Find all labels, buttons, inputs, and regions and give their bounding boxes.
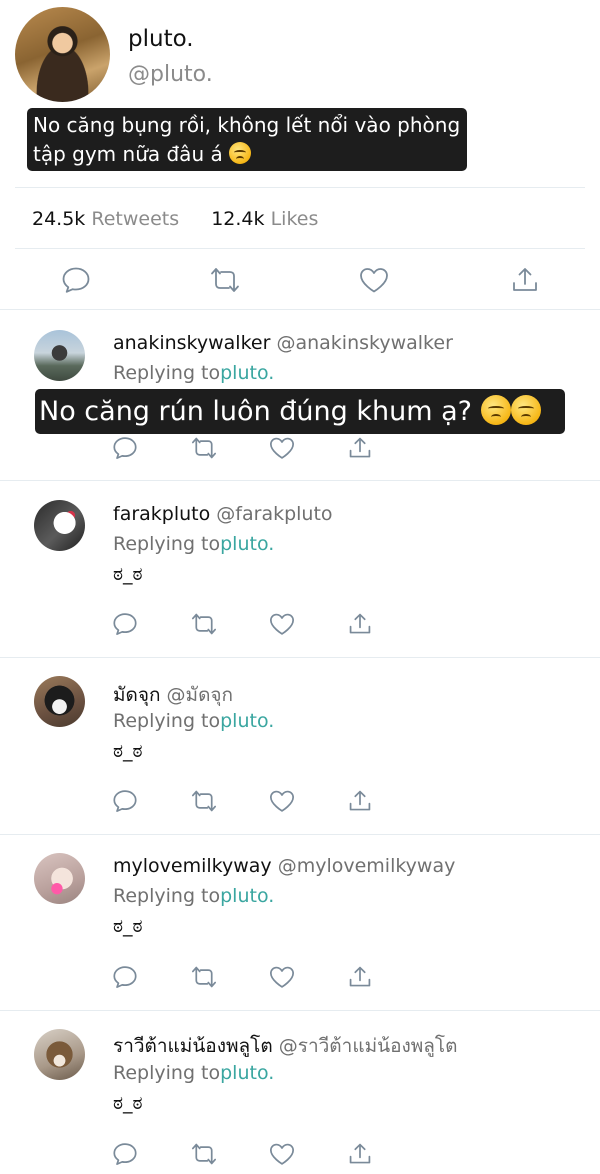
reply-header: mylovemilkyway @mylovemilkyway — [113, 855, 455, 877]
reply-icon[interactable] — [61, 266, 91, 294]
mention-link[interactable]: pluto. — [220, 533, 274, 555]
replying-to: Replying topluto. — [113, 533, 274, 555]
reply-text: ಠ_ಠ — [113, 563, 143, 585]
reply-author-handle[interactable]: @anakinskywalker — [276, 332, 452, 354]
retweet-icon[interactable] — [209, 266, 241, 294]
avatar[interactable] — [34, 853, 85, 904]
heart-icon[interactable] — [268, 1142, 296, 1166]
reply-icon[interactable] — [112, 612, 138, 636]
reply-caption-overlay: No căng rún luôn đúng khum ạ? — [35, 389, 565, 434]
heart-icon[interactable] — [268, 789, 296, 813]
heart-icon[interactable] — [358, 266, 390, 294]
retweet-icon[interactable] — [190, 1142, 218, 1166]
retweet-icon[interactable] — [190, 436, 218, 460]
reply-author-handle[interactable]: @farakpluto — [216, 503, 332, 525]
reply-icon[interactable] — [112, 1142, 138, 1166]
reply-header: anakinskywalker @anakinskywalker — [113, 332, 453, 354]
share-icon[interactable] — [511, 266, 539, 294]
tweet-text-caption: No căng bụng rồi, không lết nổi vào phòn… — [27, 108, 467, 171]
face-with-steam-icon — [229, 142, 252, 164]
author-name[interactable]: pluto. — [128, 26, 194, 52]
mention-link[interactable]: pluto. — [220, 362, 274, 384]
reply-author-name[interactable]: anakinskywalker — [113, 332, 270, 354]
reply-text: ಠ_ಠ — [113, 1092, 143, 1114]
reply-caption-text: No căng rún luôn đúng khum ạ? — [39, 396, 472, 427]
replying-label: Replying to — [113, 362, 221, 384]
caption-line-2: tập gym nữa đâu á — [33, 142, 223, 166]
reply-icon[interactable] — [112, 965, 138, 989]
main-tweet: pluto. @pluto. No căng bụng rồi, không l… — [0, 0, 600, 310]
reply-item[interactable]: มัดจุก @มัดจุก Replying topluto. ಠ_ಠ — [0, 658, 600, 834]
reply-item[interactable]: mylovemilkyway @mylovemilkyway Replying … — [0, 835, 600, 1011]
replying-to: Replying topluto. — [113, 1062, 274, 1084]
share-icon[interactable] — [348, 436, 372, 460]
replying-to: Replying topluto. — [113, 710, 274, 732]
mention-link[interactable]: pluto. — [220, 710, 274, 732]
reply-icon[interactable] — [112, 789, 138, 813]
heart-icon[interactable] — [268, 965, 296, 989]
divider — [15, 187, 585, 188]
likes-label[interactable]: Likes — [271, 208, 319, 230]
reply-author-name[interactable]: mylovemilkyway — [113, 855, 272, 877]
replying-label: Replying to — [113, 710, 221, 732]
share-icon[interactable] — [348, 612, 372, 636]
replying-to: Replying topluto. — [113, 885, 274, 907]
reply-item[interactable]: ราวีต้าแม่น้องพลูโต @ราวีต้าแม่น้องพลูโต… — [0, 1011, 600, 1174]
avatar[interactable] — [34, 500, 85, 551]
share-icon[interactable] — [348, 1142, 372, 1166]
avatar[interactable] — [15, 7, 110, 102]
face-with-steam-icon — [480, 395, 511, 425]
reply-author-name[interactable]: farakpluto — [113, 503, 210, 525]
retweets-label[interactable]: Retweets — [91, 208, 179, 230]
reply-text: ಠ_ಠ — [113, 740, 143, 762]
author-handle[interactable]: @pluto. — [128, 62, 213, 87]
reply-header: ราวีต้าแม่น้องพลูโต @ราวีต้าแม่น้องพลูโต — [113, 1031, 457, 1061]
retweets-count[interactable]: 24.5k — [32, 208, 85, 230]
likes-count[interactable]: 12.4k — [211, 208, 264, 230]
retweet-icon[interactable] — [190, 789, 218, 813]
avatar[interactable] — [34, 330, 85, 381]
replying-label: Replying to — [113, 885, 221, 907]
heart-icon[interactable] — [268, 612, 296, 636]
replying-label: Replying to — [113, 533, 221, 555]
replying-to: Replying topluto. — [113, 362, 274, 384]
reply-text: ಠ_ಠ — [113, 915, 143, 937]
share-icon[interactable] — [348, 789, 372, 813]
avatar[interactable] — [34, 676, 85, 727]
avatar[interactable] — [34, 1029, 85, 1080]
replying-label: Replying to — [113, 1062, 221, 1084]
reply-author-handle[interactable]: @mylovemilkyway — [278, 855, 456, 877]
share-icon[interactable] — [348, 965, 372, 989]
retweet-icon[interactable] — [190, 965, 218, 989]
mention-link[interactable]: pluto. — [220, 885, 274, 907]
reply-header: farakpluto @farakpluto — [113, 503, 333, 525]
tweet-stats: 24.5k Retweets 12.4k Likes — [32, 208, 318, 230]
caption-line-1: No căng bụng rồi, không lết nổi vào phòn… — [33, 113, 461, 137]
divider — [15, 248, 585, 249]
mention-link[interactable]: pluto. — [220, 1062, 274, 1084]
heart-icon[interactable] — [268, 436, 296, 460]
reply-author-handle[interactable]: @ราวีต้าแม่น้องพลูโต — [279, 1035, 458, 1057]
reply-icon[interactable] — [112, 436, 138, 460]
reply-item[interactable]: farakpluto @farakpluto Replying topluto.… — [0, 481, 600, 657]
face-with-steam-icon — [510, 395, 541, 425]
reply-author-name[interactable]: ราวีต้าแม่น้องพลูโต — [113, 1035, 273, 1057]
retweet-icon[interactable] — [190, 612, 218, 636]
reply-author-name[interactable]: มัดจุก — [113, 684, 161, 706]
reply-author-handle[interactable]: @มัดจุก — [167, 684, 234, 706]
reply-header: มัดจุก @มัดจุก — [113, 680, 233, 710]
